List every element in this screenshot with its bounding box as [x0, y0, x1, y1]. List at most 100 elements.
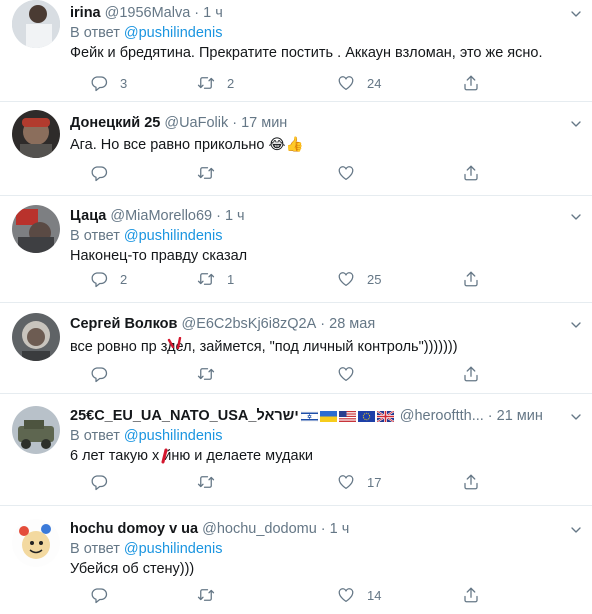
- reply-button[interactable]: [90, 473, 120, 491]
- author-handle[interactable]: @MiaMorello69: [110, 207, 212, 225]
- tweet-text: Убейся об стену))): [70, 561, 195, 577]
- share-icon: [462, 74, 480, 92]
- caret-down-icon[interactable]: [568, 116, 584, 132]
- tweet-content: irina @1956Malva · 1 ч В ответ @pushilin…: [70, 4, 582, 63]
- author-name[interactable]: hochu domoy v ua: [70, 520, 198, 538]
- retweet-icon: [197, 74, 215, 92]
- retweet-count: 2: [227, 75, 235, 91]
- caret-down-icon[interactable]: [568, 522, 584, 538]
- author-handle[interactable]: @hochu_dodomu: [202, 520, 317, 538]
- tweet-text: Ага. Но все равно прикольно 😂👍: [70, 137, 304, 153]
- reply-button[interactable]: [90, 164, 120, 182]
- tweet-time[interactable]: 21 мин: [497, 407, 543, 425]
- author-name[interactable]: Сергей Волков: [70, 315, 177, 333]
- tweet[interactable]: irina @1956Malva · 1 ч В ответ @pushilin…: [0, 0, 592, 102]
- tweet-text: Фейк и бредятина. Прекратите постить . А…: [70, 45, 543, 61]
- tweet-actions: [70, 365, 500, 383]
- caret-down-icon[interactable]: [568, 6, 584, 22]
- tweet-time[interactable]: 1 ч: [330, 520, 350, 538]
- reply-icon: [90, 164, 108, 182]
- like-button[interactable]: 14: [337, 586, 381, 604]
- tweet-time[interactable]: 1 ч: [203, 4, 223, 22]
- retweet-button[interactable]: 1: [197, 270, 234, 288]
- retweet-button[interactable]: 2: [197, 74, 234, 92]
- share-button[interactable]: [462, 473, 480, 491]
- like-icon: [337, 74, 355, 92]
- reply-mention-link[interactable]: @pushilindenis: [124, 25, 223, 41]
- avatar[interactable]: [12, 406, 60, 454]
- retweet-button[interactable]: [197, 586, 227, 604]
- avatar[interactable]: [12, 110, 60, 158]
- author-handle[interactable]: @herooftth...: [400, 407, 484, 425]
- share-button[interactable]: [462, 74, 480, 92]
- tweet-text: все ровно пр здел, займется, "под личный…: [70, 339, 458, 355]
- avatar[interactable]: [12, 0, 60, 48]
- author-name[interactable]: irina: [70, 4, 101, 22]
- caret-down-icon[interactable]: [568, 209, 584, 225]
- share-icon: [462, 365, 480, 383]
- author-name[interactable]: 25€C_EU_UA_NATO_USA_ישראל: [70, 407, 299, 425]
- tweet-actions: [70, 164, 500, 182]
- reply-prefix: В ответ: [70, 541, 120, 557]
- reply-mention-link[interactable]: @pushilindenis: [124, 541, 223, 557]
- like-icon: [337, 270, 355, 288]
- tweet-time[interactable]: 28 мая: [329, 315, 375, 333]
- like-button[interactable]: 24: [337, 74, 381, 92]
- share-icon: [462, 270, 480, 288]
- reply-button[interactable]: 3: [90, 74, 127, 92]
- avatar-image: [12, 406, 60, 454]
- avatar-image: [12, 205, 60, 253]
- share-button[interactable]: [462, 586, 480, 604]
- reply-button[interactable]: [90, 586, 120, 604]
- share-icon: [462, 473, 480, 491]
- reply-icon: [90, 270, 108, 288]
- reply-mention-link[interactable]: @pushilindenis: [124, 428, 223, 444]
- share-button[interactable]: [462, 164, 480, 182]
- tweet[interactable]: Донецкий 25 @UaFolik · 17 мин Ага. Но вс…: [0, 102, 592, 196]
- like-button[interactable]: 17: [337, 473, 381, 491]
- caret-down-icon[interactable]: [568, 317, 584, 333]
- like-icon: [337, 586, 355, 604]
- author-name[interactable]: Донецкий 25: [70, 114, 160, 132]
- tweet-actions: 2 1 25: [70, 270, 500, 288]
- retweet-button[interactable]: [197, 473, 227, 491]
- author-handle[interactable]: @1956Malva: [105, 4, 191, 22]
- tweet[interactable]: 25€C_EU_UA_NATO_USA_ישראל @herooftth... …: [0, 394, 592, 506]
- reply-count: 3: [120, 75, 128, 91]
- caret-down-icon[interactable]: [568, 409, 584, 425]
- avatar[interactable]: [12, 205, 60, 253]
- reply-button[interactable]: [90, 365, 120, 383]
- like-button[interactable]: 25: [337, 270, 381, 288]
- retweet-icon: [197, 270, 215, 288]
- share-button[interactable]: [462, 270, 480, 288]
- retweet-icon: [197, 586, 215, 604]
- reply-icon: [90, 365, 108, 383]
- tweet-header: Сергей Волков @E6C2bsKj6i8zQ2A · 28 мая: [70, 315, 582, 333]
- tweet[interactable]: hochu domoy v ua @hochu_dodomu · 1 ч В о…: [0, 506, 592, 614]
- author-handle[interactable]: @E6C2bsKj6i8zQ2A: [181, 315, 316, 333]
- avatar[interactable]: [12, 313, 60, 361]
- tweet-time[interactable]: 1 ч: [225, 207, 245, 225]
- tweet[interactable]: Сергей Волков @E6C2bsKj6i8zQ2A · 28 мая …: [0, 303, 592, 394]
- israel-flag-icon: [300, 410, 318, 422]
- reply-count: 2: [120, 271, 128, 287]
- tweet[interactable]: Цаца @MiaMorello69 · 1 ч В ответ @pushil…: [0, 196, 592, 303]
- share-button[interactable]: [462, 365, 480, 383]
- author-name[interactable]: Цаца: [70, 207, 106, 225]
- author-handle[interactable]: @UaFolik: [164, 114, 228, 132]
- like-button[interactable]: [337, 164, 367, 182]
- reply-icon: [90, 586, 108, 604]
- retweet-button[interactable]: [197, 164, 227, 182]
- avatar[interactable]: [12, 519, 60, 567]
- tweet-content: hochu domoy v ua @hochu_dodomu · 1 ч В о…: [70, 520, 582, 579]
- reply-mention-link[interactable]: @pushilindenis: [124, 228, 223, 244]
- retweet-button[interactable]: [197, 365, 227, 383]
- share-icon: [462, 586, 480, 604]
- like-button[interactable]: [337, 365, 367, 383]
- tweet-header: irina @1956Malva · 1 ч: [70, 4, 582, 22]
- tweet-text-wrap: все ровно пр здел, займется, "под личный…: [70, 337, 582, 357]
- separator-dot: ·: [216, 208, 221, 224]
- reply-button[interactable]: 2: [90, 270, 127, 288]
- share-icon: [462, 164, 480, 182]
- tweet-time[interactable]: 17 мин: [241, 114, 287, 132]
